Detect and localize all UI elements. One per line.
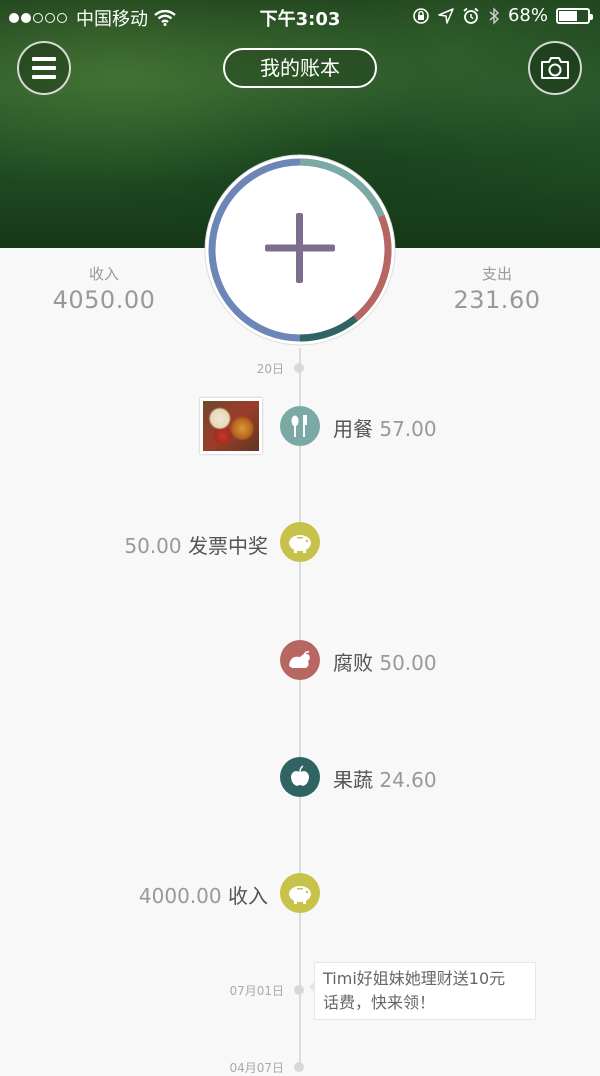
apple-icon xyxy=(291,765,309,786)
location-arrow-icon xyxy=(438,7,454,24)
promo-banner[interactable]: Timi好姐妹她理财送10元 话费，快来领！ xyxy=(314,962,536,1020)
battery-tip xyxy=(590,13,593,20)
battery-percentage: 68% xyxy=(507,5,548,26)
dining-category-icon[interactable] xyxy=(280,406,320,446)
utensils-icon xyxy=(291,415,307,437)
piggy-bank-icon xyxy=(289,535,311,553)
date-label: 07月01日 xyxy=(229,984,284,998)
menu-button[interactable] xyxy=(17,41,71,95)
battery-icon xyxy=(556,7,593,24)
entry-amount: 24.60 xyxy=(379,768,437,792)
camera-icon xyxy=(541,57,569,79)
entry-amount: 4000.00 xyxy=(138,884,222,908)
fruit-vegetable-category-icon[interactable] xyxy=(280,757,320,797)
add-record-button[interactable] xyxy=(203,153,397,347)
date-label: 20日 xyxy=(256,362,284,376)
alarm-clock-icon xyxy=(463,7,479,24)
expense-label: 支出 xyxy=(481,265,512,283)
date-dot xyxy=(294,363,304,373)
rotation-lock-icon xyxy=(413,7,429,24)
bluetooth-icon xyxy=(489,6,500,25)
entry-corruption[interactable]: 腐败 50.00 xyxy=(333,647,437,676)
income-label: 收入 xyxy=(88,265,119,283)
expense-value: 231.60 xyxy=(453,286,541,314)
entry-invoice-prize[interactable]: 50.00 发票中奖 xyxy=(60,530,268,559)
promo-line-1: Timi好姐妹她理财送10元 xyxy=(323,969,506,988)
meal-photo-thumbnail[interactable] xyxy=(200,398,262,454)
corruption-category-icon[interactable] xyxy=(280,640,320,680)
entry-category-name: 用餐 xyxy=(333,417,373,441)
entry-income[interactable]: 4000.00 收入 xyxy=(60,880,268,909)
date-dot xyxy=(294,985,304,995)
entry-fruit-vegetable[interactable]: 果蔬 24.60 xyxy=(333,764,437,793)
entry-category-name: 收入 xyxy=(228,884,268,908)
status-bar: 中国移动 下午3:03 68% xyxy=(0,0,600,34)
entry-amount: 50.00 xyxy=(379,651,437,675)
income-value: 4050.00 xyxy=(52,286,156,314)
invoice-prize-category-icon[interactable] xyxy=(280,522,320,562)
entry-amount: 50.00 xyxy=(124,534,182,558)
entry-dining[interactable]: 用餐 57.00 xyxy=(333,413,437,442)
piggy-bank-icon xyxy=(289,886,311,904)
income-category-icon[interactable] xyxy=(280,873,320,913)
entry-category-name: 腐败 xyxy=(333,651,373,675)
entry-category-name: 果蔬 xyxy=(333,768,373,792)
camera-button[interactable] xyxy=(528,41,582,95)
entry-category-name: 发票中奖 xyxy=(188,534,268,558)
meal-photo xyxy=(203,401,259,451)
battery-fill xyxy=(559,10,577,21)
entry-amount: 57.00 xyxy=(379,417,437,441)
date-dot xyxy=(294,1062,304,1072)
promo-line-2: 话费，快来领！ xyxy=(323,993,436,1012)
timeline-line xyxy=(299,348,301,1068)
chicken-icon xyxy=(289,651,310,668)
account-book-title-button[interactable]: 我的账本 xyxy=(223,48,377,88)
status-right: 68% xyxy=(412,5,593,26)
